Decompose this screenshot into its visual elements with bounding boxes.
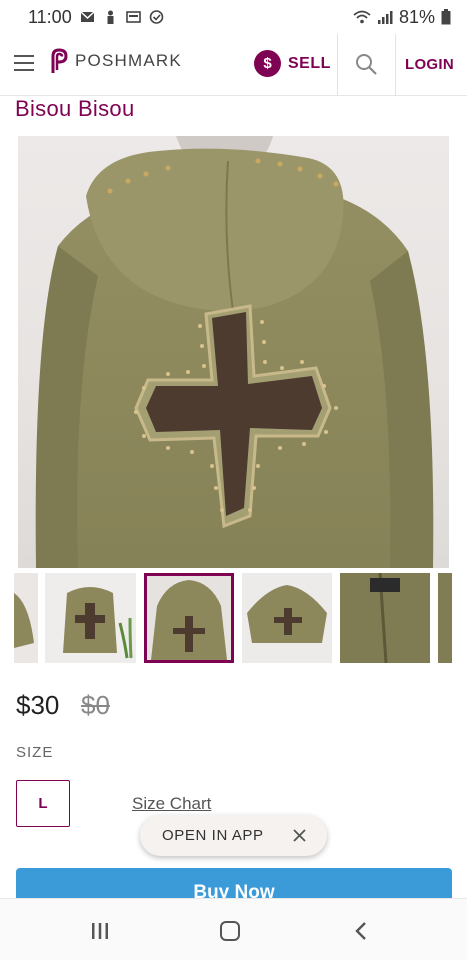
open-in-app-label: OPEN IN APP: [162, 827, 264, 844]
news-icon: [125, 11, 141, 23]
search-icon[interactable]: [354, 52, 378, 76]
hoodie-back-photo: [35, 136, 434, 568]
recent-apps-icon[interactable]: [91, 923, 109, 939]
size-option-l[interactable]: L: [16, 780, 70, 827]
wifi-icon: [353, 10, 371, 24]
check-circle-icon: [149, 10, 164, 24]
thumbnail-3-selected[interactable]: [144, 573, 234, 663]
poshmark-logo-icon: [51, 48, 68, 73]
close-icon[interactable]: [292, 828, 307, 843]
thumbnail-6[interactable]: [438, 573, 452, 663]
home-icon[interactable]: [220, 921, 240, 941]
thumbnail-1[interactable]: [14, 573, 38, 663]
dollar-icon: $: [254, 50, 281, 77]
battery-percent: 81%: [398, 6, 435, 27]
thumbnail-2[interactable]: [45, 573, 136, 663]
product-main-image[interactable]: [18, 136, 449, 568]
thumbnail-4[interactable]: [242, 573, 332, 663]
original-price: $0: [81, 690, 110, 720]
price: $30: [16, 690, 60, 720]
login-button[interactable]: LOGIN: [405, 56, 454, 73]
logo-text: POSHMARK: [75, 51, 182, 70]
mail-icon: [80, 11, 95, 22]
size-chart-link[interactable]: Size Chart: [132, 794, 211, 814]
size-heading: SIZE: [16, 744, 54, 761]
signal-icon: [377, 11, 393, 24]
status-time: 11:00: [28, 6, 72, 27]
battery-icon: [441, 9, 451, 25]
header-divider: [395, 34, 396, 96]
app-header: POSHMARK $ SELL LOGIN: [0, 34, 467, 96]
brand-name[interactable]: Bisou Bisou: [15, 96, 134, 122]
back-icon[interactable]: [354, 921, 368, 941]
person-icon: [107, 10, 114, 24]
menu-icon[interactable]: [14, 55, 34, 71]
status-bar: 11:00 81%: [0, 0, 467, 34]
header-divider: [337, 34, 338, 96]
open-in-app-banner[interactable]: OPEN IN APP: [140, 815, 327, 856]
thumbnail-5[interactable]: [340, 573, 430, 663]
system-nav-bar: [0, 898, 467, 960]
thumbnail-strip: [0, 573, 467, 665]
sell-label: SELL: [288, 54, 331, 72]
poshmark-logo[interactable]: POSHMARK: [47, 48, 182, 74]
sell-button[interactable]: $ SELL: [254, 50, 331, 77]
